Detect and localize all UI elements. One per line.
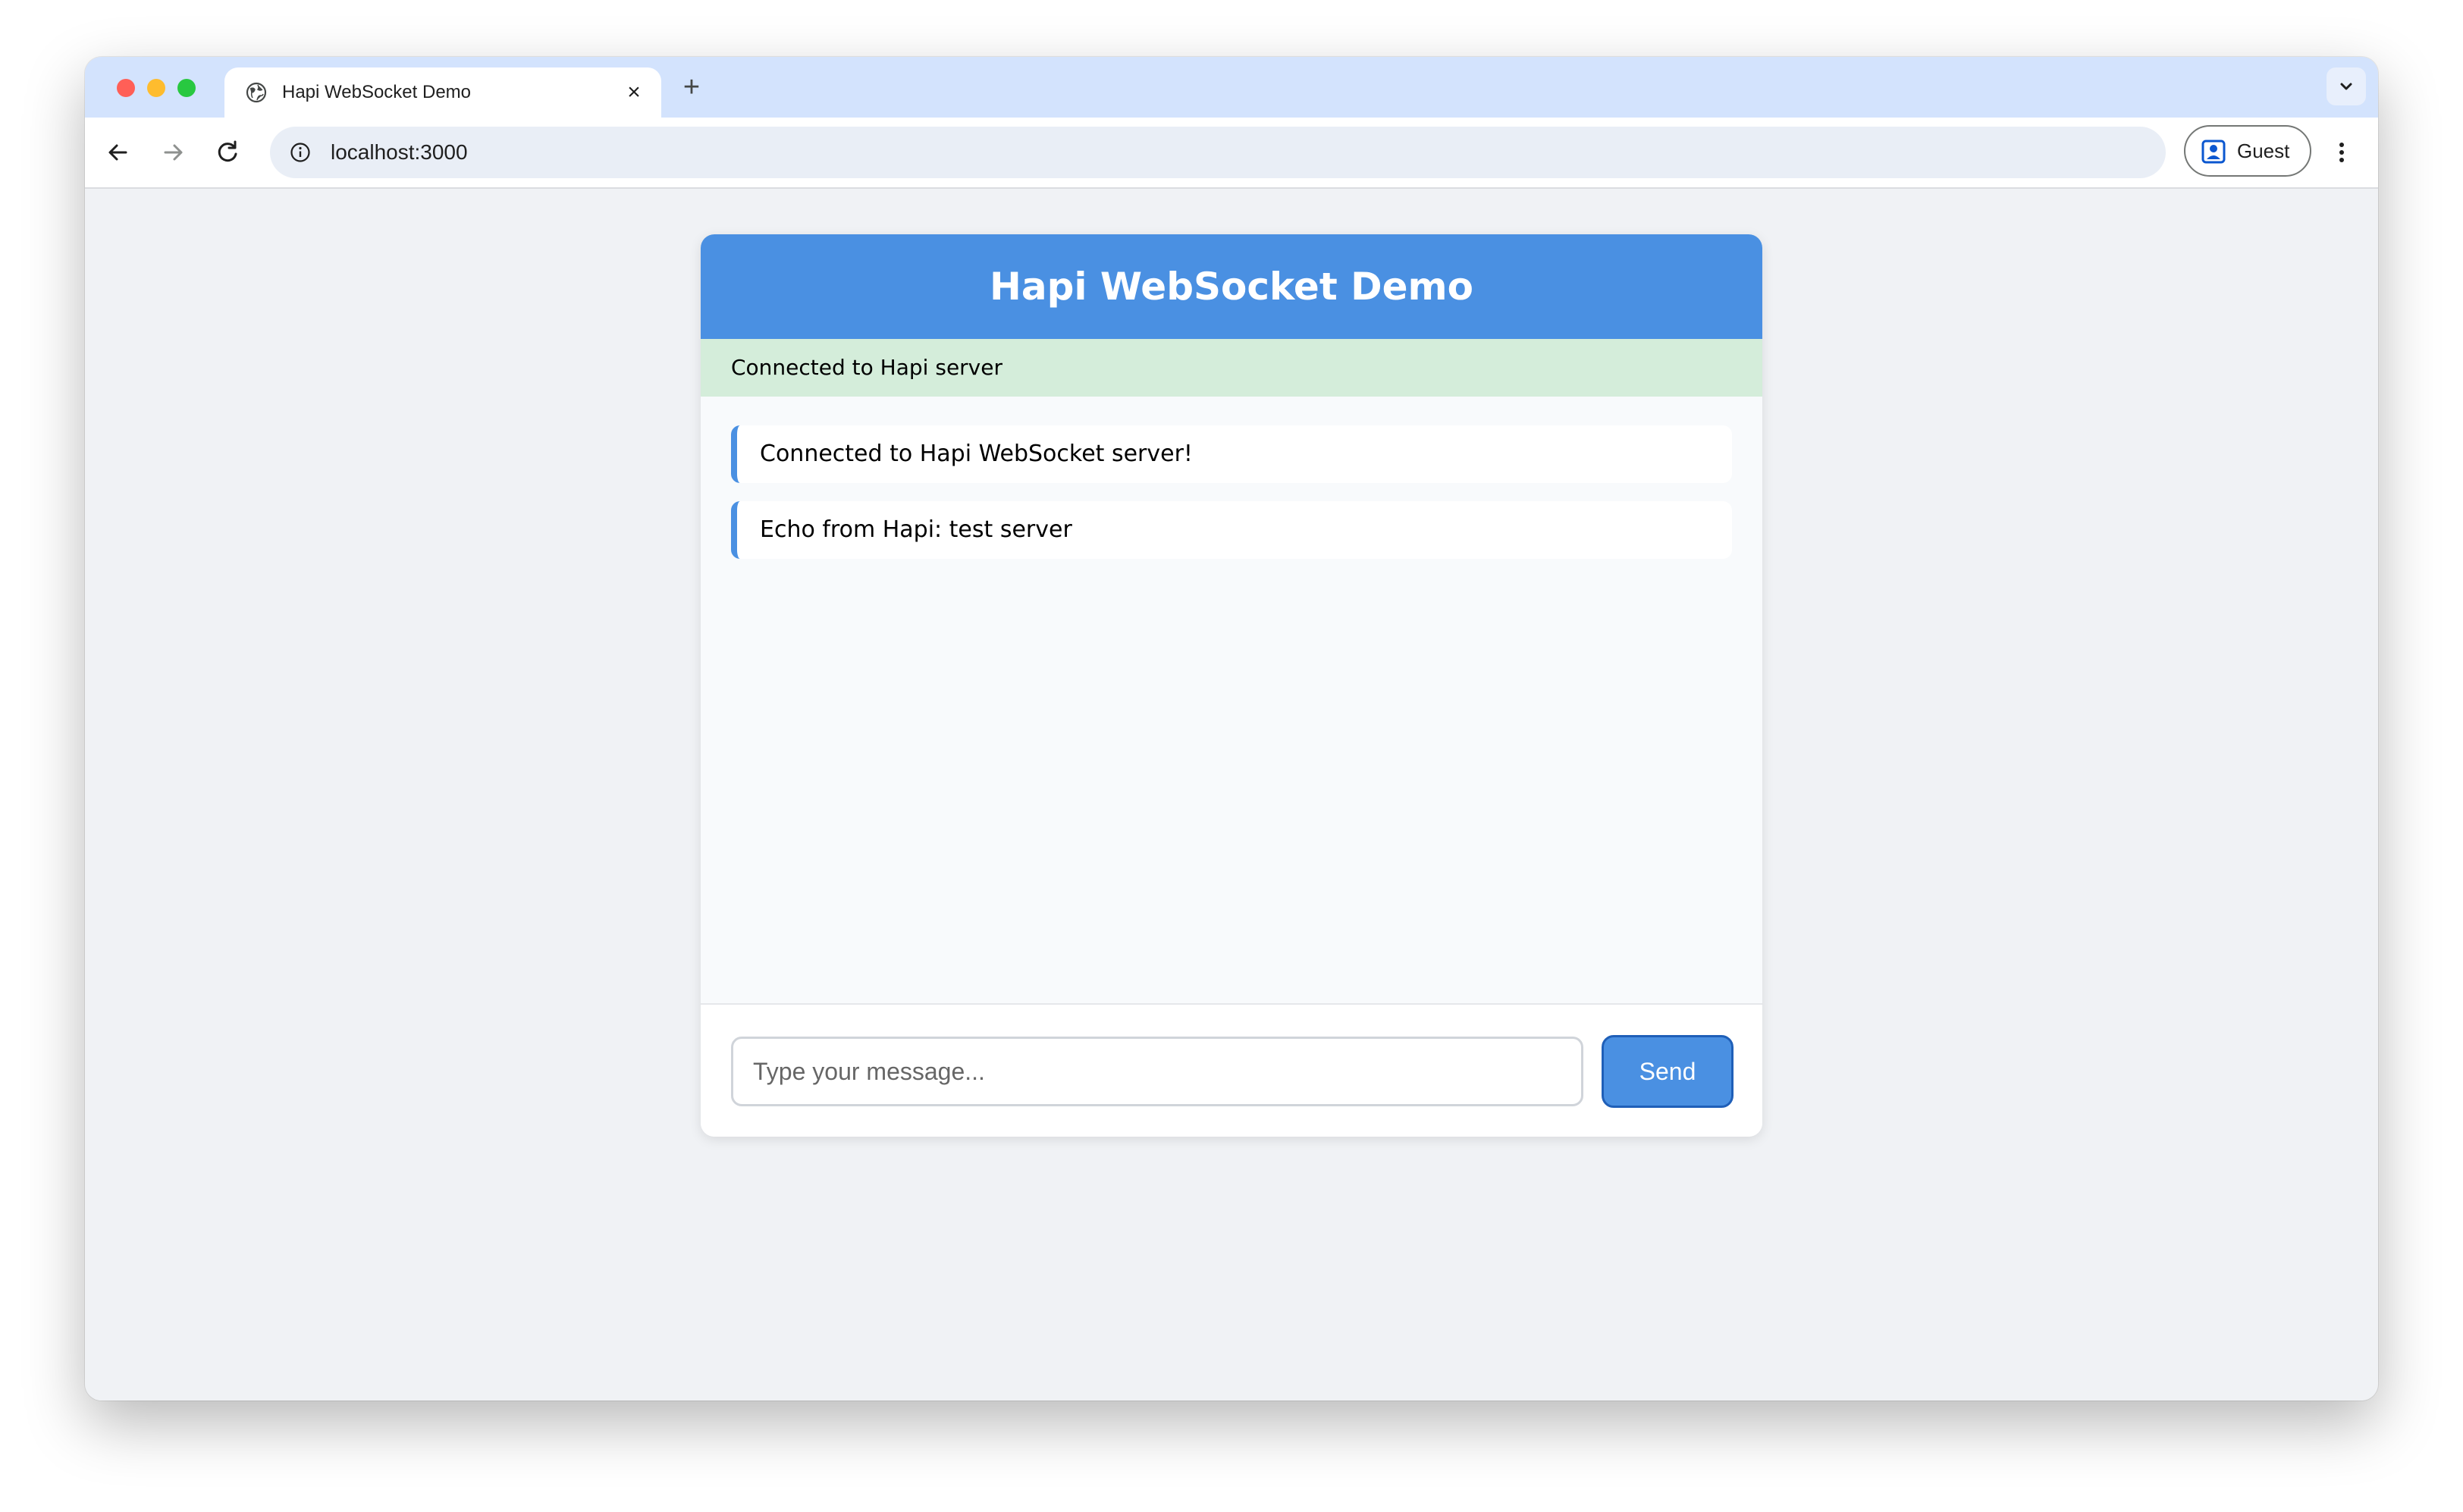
page-title: Hapi WebSocket Demo [990,265,1473,309]
profile-button[interactable]: Guest [2184,125,2311,177]
status-text: Connected to Hapi server [731,355,1002,380]
globe-icon [246,82,267,103]
message-item: Connected to Hapi WebSocket server! [731,425,1732,483]
message-item: Echo from Hapi: test server [731,501,1732,559]
composer: Send [701,1005,1762,1137]
browser-toolbar: localhost:3000 Guest [85,118,2378,189]
chat-card: Hapi WebSocket Demo Connected to Hapi se… [701,234,1762,1137]
tab-strip: Hapi WebSocket Demo × + [85,57,2378,118]
tab-title: Hapi WebSocket Demo [282,82,471,102]
tab-close-icon[interactable]: × [622,80,646,105]
more-menu-icon[interactable] [2323,134,2360,171]
message-text: Connected to Hapi WebSocket server! [760,441,1193,467]
address-bar[interactable]: localhost:3000 [270,127,2166,178]
new-tab-icon[interactable]: + [676,72,707,102]
info-icon[interactable] [290,142,311,163]
connection-status: Connected to Hapi server [701,339,1762,397]
maximize-window-button[interactable] [177,79,196,97]
profile-label: Guest [2237,140,2290,162]
message-list[interactable]: Connected to Hapi WebSocket server! Echo… [701,397,1762,1005]
page-content: Hapi WebSocket Demo Connected to Hapi se… [85,189,2378,1401]
browser-tab[interactable]: Hapi WebSocket Demo × [224,67,661,118]
message-text: Echo from Hapi: test server [760,516,1072,543]
person-icon [2201,140,2226,164]
send-button[interactable]: Send [1602,1035,1734,1108]
card-header: Hapi WebSocket Demo [701,234,1762,339]
browser-window: Hapi WebSocket Demo × + localhost:3000 G… [85,57,2378,1401]
forward-arrow-icon[interactable] [155,134,191,171]
minimize-window-button[interactable] [147,79,165,97]
url-text: localhost:3000 [331,140,468,164]
close-window-button[interactable] [117,79,135,97]
back-arrow-icon[interactable] [100,134,136,171]
chevron-down-icon [2340,83,2352,90]
message-input[interactable] [731,1037,1583,1106]
reload-icon[interactable] [209,134,246,171]
tab-search-button[interactable] [2327,67,2366,105]
